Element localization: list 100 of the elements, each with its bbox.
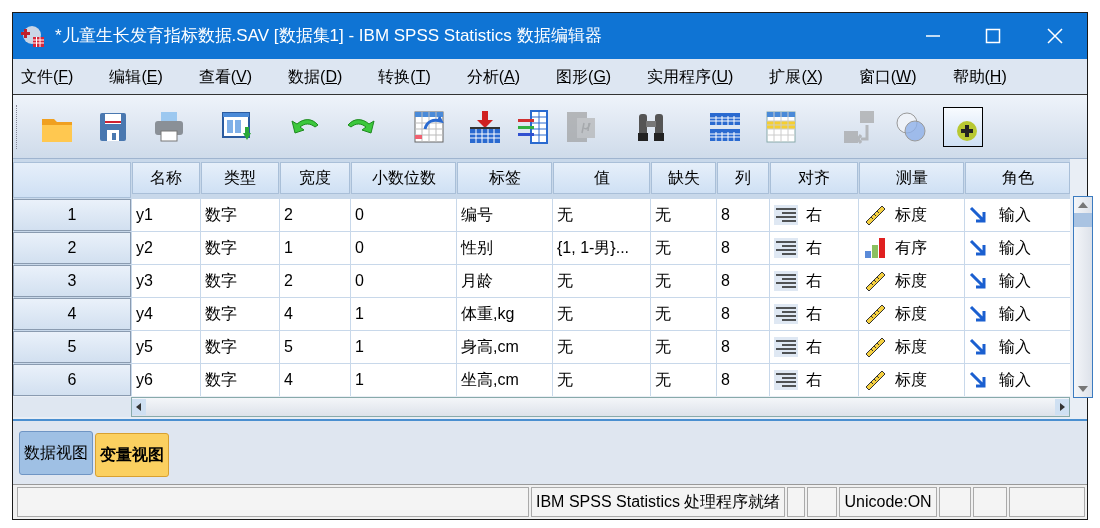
table-cell: y4	[132, 298, 200, 330]
cell-text: 输入	[999, 337, 1031, 357]
menu-item[interactable]: 图形(G)	[548, 64, 620, 89]
table-cell: 2	[280, 265, 350, 297]
close-icon[interactable]	[1047, 28, 1063, 44]
menu-item[interactable]: 转换(T)	[370, 64, 439, 89]
status-text: Unicode:ON	[839, 487, 937, 517]
cell-text: 标度	[895, 271, 927, 291]
column-header[interactable]: 值	[553, 162, 650, 194]
table-cell: y2	[132, 232, 200, 264]
menu-item[interactable]: 帮助(H)	[944, 64, 1015, 89]
table-cell: 8	[717, 364, 769, 396]
column-header[interactable]: 对齐	[770, 162, 858, 194]
column-header[interactable]: 名称	[132, 162, 200, 194]
table-cell: 无	[553, 265, 650, 297]
align-right-icon	[774, 370, 798, 390]
table-cell: y3	[132, 265, 200, 297]
table-cell: 数字	[201, 298, 279, 330]
table-cell: 0	[351, 265, 456, 297]
cell-text: 右	[806, 370, 822, 390]
table-cell: 身高,cm	[457, 331, 552, 363]
table-cell: 坐高,cm	[457, 364, 552, 396]
menu-item[interactable]: 文件(F)	[13, 64, 82, 89]
table-cell: 体重,kg	[457, 298, 552, 330]
menu-item[interactable]: 分析(A)	[458, 64, 529, 89]
column-header[interactable]: 类型	[201, 162, 279, 194]
column-header[interactable]: 小数位数	[351, 162, 456, 194]
column-header[interactable]: 标签	[457, 162, 552, 194]
scroll-left-icon[interactable]	[132, 399, 146, 415]
align-right-icon	[774, 304, 798, 324]
cell-text: 标度	[895, 205, 927, 225]
table-cell: 0	[351, 232, 456, 264]
cell-text: 输入	[999, 271, 1031, 291]
scrollbar-thumb[interactable]	[1074, 213, 1092, 227]
status-text: IBM SPSS Statistics 处理程序就绪	[531, 487, 786, 517]
row-header[interactable]: 2	[13, 232, 131, 264]
table-cell: 无	[651, 265, 716, 297]
cell-text: 有序	[895, 238, 927, 258]
view-tab[interactable]: 变量视图	[95, 433, 169, 477]
align-right-icon	[774, 337, 798, 357]
down-right-arrow-icon	[969, 304, 989, 324]
menu-item[interactable]: 扩展(X)	[761, 64, 831, 89]
maximize-icon[interactable]	[985, 28, 1001, 44]
cell-text: 右	[806, 238, 822, 258]
column-header[interactable]: 测量	[859, 162, 964, 194]
table-cell: 数字	[201, 232, 279, 264]
table-cell: 8	[717, 331, 769, 363]
table-cell: 无	[651, 232, 716, 264]
row-header[interactable]: 5	[13, 331, 131, 363]
align-right-icon	[774, 271, 798, 291]
table-cell: 无	[553, 298, 650, 330]
view-tab[interactable]: 数据视图	[19, 431, 93, 475]
table-cell: 无	[651, 364, 716, 396]
horizontal-scrollbar[interactable]	[131, 397, 1070, 417]
table-cell: 无	[651, 298, 716, 330]
vertical-scrollbar[interactable]	[1073, 196, 1093, 398]
menu-item[interactable]: 实用程序(U)	[639, 64, 742, 89]
down-right-arrow-icon	[969, 271, 989, 291]
column-header[interactable]: 角色	[965, 162, 1070, 194]
cell-text: 输入	[999, 238, 1031, 258]
table-cell: 数字	[201, 199, 279, 231]
table-cell: y6	[132, 364, 200, 396]
table-cell: 1	[351, 298, 456, 330]
scroll-right-icon[interactable]	[1055, 399, 1069, 415]
align-right-icon	[774, 205, 798, 225]
menu-item[interactable]: 数据(D)	[280, 64, 351, 89]
app-icon	[21, 24, 45, 48]
table-cell: 1	[351, 364, 456, 396]
table-cell: 4	[280, 364, 350, 396]
cell-text: 标度	[895, 370, 927, 390]
table-cell: 8	[717, 232, 769, 264]
menu-item[interactable]: 窗口(W)	[850, 64, 925, 89]
table-cell: y5	[132, 331, 200, 363]
table-cell: 0	[351, 199, 456, 231]
table-cell: 无	[553, 199, 650, 231]
row-header[interactable]: 6	[13, 364, 131, 396]
column-header[interactable]: 缺失	[651, 162, 716, 194]
table-cell: 性别	[457, 232, 552, 264]
table-cell: 数字	[201, 364, 279, 396]
table-cell: 2	[280, 199, 350, 231]
cell-text: 输入	[999, 205, 1031, 225]
menu-item[interactable]: 查看(V)	[190, 64, 261, 89]
table-cell: 数字	[201, 331, 279, 363]
column-header[interactable]: 列	[717, 162, 769, 194]
table-cell: 无	[553, 331, 650, 363]
column-header[interactable]: 宽度	[280, 162, 350, 194]
table-cell: 月龄	[457, 265, 552, 297]
row-header[interactable]: 4	[13, 298, 131, 330]
table-cell: 4	[280, 298, 350, 330]
down-right-arrow-icon	[969, 337, 989, 357]
table-cell: 无	[651, 331, 716, 363]
table-cell: 8	[717, 199, 769, 231]
cell-text: 输入	[999, 370, 1031, 390]
cell-text: 右	[806, 337, 822, 357]
menu-item[interactable]: 编辑(E)	[101, 64, 171, 89]
row-header[interactable]: 3	[13, 265, 131, 297]
table-cell: 8	[717, 265, 769, 297]
cell-text: 右	[806, 205, 822, 225]
row-header[interactable]: 1	[13, 199, 131, 231]
table-cell: 1	[280, 232, 350, 264]
